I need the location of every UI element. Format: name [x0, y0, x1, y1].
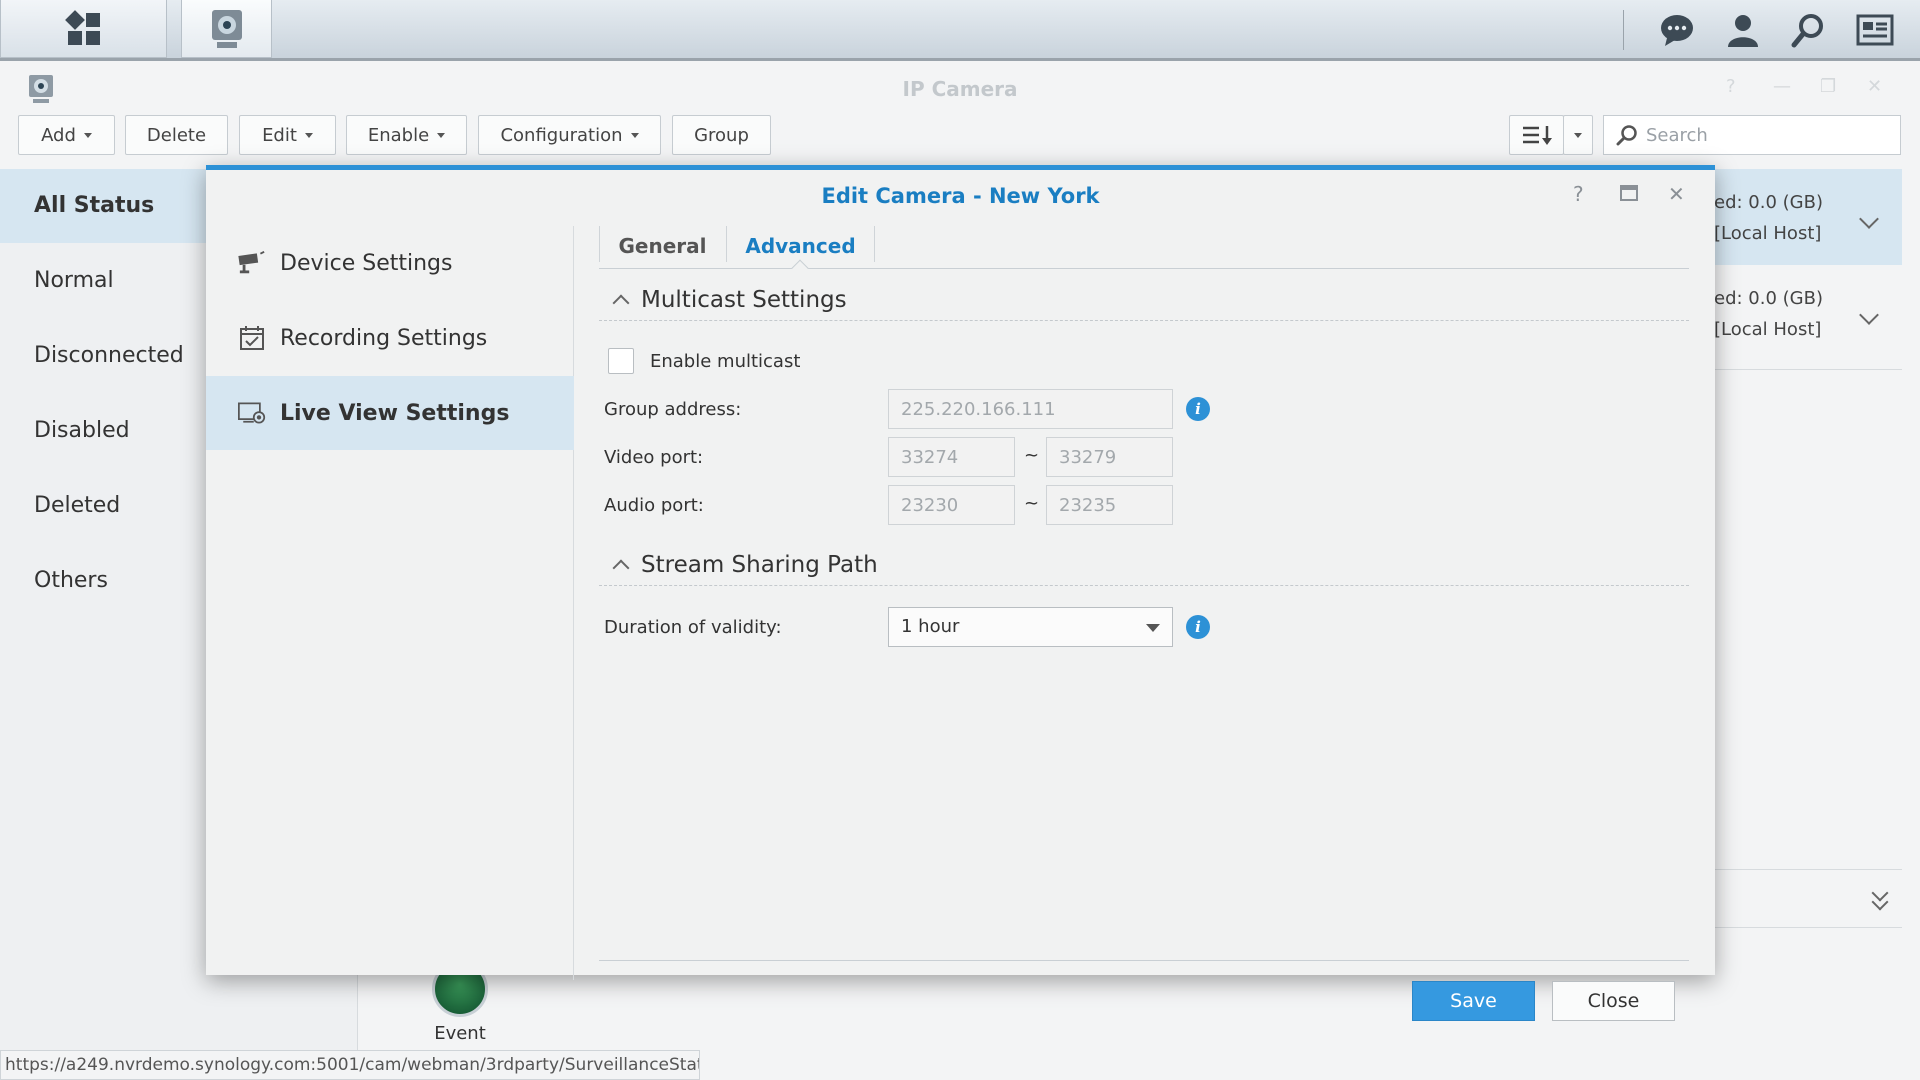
- configuration-button[interactable]: Configuration: [478, 115, 661, 155]
- dialog-content: General Advanced Multicast Settings Enab…: [599, 226, 1689, 1021]
- duration-validity-info-icon[interactable]: i: [1186, 615, 1210, 639]
- taskbar-separator: [1623, 10, 1624, 50]
- stream-sharing-section-header[interactable]: Stream Sharing Path: [599, 544, 1689, 586]
- camera-storage-used: ed: 0.0 (GB): [1714, 192, 1823, 213]
- collapse-chevron-icon: [612, 559, 630, 576]
- caret-down-icon: [83, 132, 92, 138]
- list-divider: [1700, 369, 1902, 370]
- camera-device-icon: [238, 250, 266, 276]
- enable-button-label: Enable: [367, 124, 430, 146]
- delete-button[interactable]: Delete: [125, 115, 228, 155]
- enable-button[interactable]: Enable: [346, 115, 467, 155]
- collapse-chevron-icon: [612, 294, 630, 311]
- audio-port-from-input[interactable]: [888, 485, 1015, 525]
- camera-storage-used: ed: 0.0 (GB): [1714, 288, 1823, 309]
- dialog-footer-divider: [599, 960, 1689, 961]
- dialog-tabs: General Advanced: [599, 226, 1689, 277]
- multicast-section-header[interactable]: Multicast Settings: [599, 279, 1689, 321]
- calendar-check-icon: [238, 325, 266, 351]
- user-icon: [1728, 15, 1758, 47]
- app-help-icon[interactable]: ?: [1726, 76, 1736, 97]
- user-button[interactable]: [1722, 9, 1764, 51]
- caret-down-icon: [1574, 132, 1582, 138]
- expand-chevron-icon[interactable]: [1859, 305, 1879, 325]
- multicast-section-title: Multicast Settings: [641, 286, 847, 313]
- widgets-icon: [1856, 14, 1894, 46]
- group-address-label: Group address:: [604, 399, 742, 420]
- sort-dropdown-button[interactable]: [1563, 115, 1593, 155]
- list-divider: [1700, 869, 1902, 870]
- group-button-label: Group: [694, 124, 749, 146]
- search-placeholder: Search: [1646, 124, 1708, 146]
- add-button[interactable]: Add: [18, 115, 115, 155]
- main-menu-icon: [64, 9, 100, 45]
- sort-icon: [1522, 126, 1552, 145]
- edit-button-label: Edit: [262, 124, 297, 146]
- duration-validity-label: Duration of validity:: [604, 617, 782, 638]
- search-input[interactable]: Search: [1603, 115, 1901, 155]
- taskbar-app-ip-camera[interactable]: [181, 0, 272, 58]
- video-port-label: Video port:: [604, 447, 704, 468]
- configuration-button-label: Configuration: [500, 124, 623, 146]
- search-icon: [1616, 125, 1637, 146]
- nav-live-view-settings[interactable]: Live View Settings: [206, 376, 574, 450]
- app-close-icon[interactable]: ✕: [1867, 76, 1882, 97]
- dialog-maximize-icon[interactable]: [1620, 182, 1638, 206]
- event-tile-label: Event: [434, 1023, 486, 1044]
- edit-button[interactable]: Edit: [239, 115, 336, 155]
- search-icon: [1791, 14, 1823, 48]
- edit-camera-dialog: Edit Camera - New York ? ✕ Device Settin…: [206, 165, 1715, 1021]
- tab-separator: [874, 226, 875, 262]
- browser-status-url: https://a249.nvrdemo.synology.com:5001/c…: [0, 1050, 700, 1080]
- taskbar: [0, 0, 1920, 61]
- audio-port-label: Audio port:: [604, 495, 704, 516]
- sort-button[interactable]: [1509, 115, 1564, 155]
- duration-validity-value: 1 hour: [901, 616, 960, 637]
- range-separator: ~: [1024, 493, 1040, 514]
- enable-multicast-label: Enable multicast: [650, 351, 801, 372]
- main-menu-button[interactable]: [0, 0, 167, 58]
- delete-button-label: Delete: [146, 124, 207, 146]
- widgets-button[interactable]: [1854, 9, 1896, 51]
- nav-recording-settings-label: Recording Settings: [280, 325, 488, 351]
- dialog-help-icon[interactable]: ?: [1573, 182, 1584, 206]
- app-minimize-icon[interactable]: —: [1773, 76, 1791, 97]
- camera-host: [Local Host]: [1714, 223, 1822, 244]
- range-separator: ~: [1024, 445, 1040, 466]
- dialog-title: Edit Camera - New York: [821, 184, 1100, 208]
- group-button[interactable]: Group: [672, 115, 771, 155]
- app-restore-icon[interactable]: ❐: [1820, 76, 1836, 97]
- app-title: IP Camera: [902, 77, 1018, 101]
- global-search-button[interactable]: [1788, 9, 1830, 51]
- dialog-close-icon[interactable]: ✕: [1668, 182, 1685, 206]
- video-port-from-input[interactable]: [888, 437, 1015, 477]
- group-address-input[interactable]: [888, 389, 1173, 429]
- caret-down-icon: [437, 132, 446, 138]
- live-view-icon: [238, 400, 266, 426]
- nav-recording-settings[interactable]: Recording Settings: [206, 301, 574, 375]
- caret-down-icon: [630, 132, 639, 138]
- caret-down-icon: [304, 132, 313, 138]
- toolbar: Add Delete Edit Enable Configuration Gro…: [0, 115, 1920, 157]
- nav-live-view-settings-label: Live View Settings: [280, 400, 510, 426]
- camera-app-icon: [211, 9, 242, 48]
- tab-general[interactable]: General: [599, 226, 726, 268]
- notifications-button[interactable]: [1656, 9, 1698, 51]
- save-button[interactable]: Save: [1412, 981, 1535, 1021]
- duration-validity-select[interactable]: 1 hour: [888, 607, 1173, 647]
- enable-multicast-checkbox[interactable]: [608, 348, 634, 374]
- video-port-to-input[interactable]: [1046, 437, 1173, 477]
- nav-device-settings-label: Device Settings: [280, 250, 453, 276]
- list-divider: [1700, 927, 1902, 928]
- stream-sharing-section-title: Stream Sharing Path: [641, 551, 878, 578]
- audio-port-to-input[interactable]: [1046, 485, 1173, 525]
- dropdown-caret-icon: [1146, 624, 1160, 632]
- add-button-label: Add: [41, 124, 76, 146]
- nav-device-settings[interactable]: Device Settings: [206, 226, 574, 300]
- chat-bubble-icon: [1661, 15, 1693, 46]
- group-address-info-icon[interactable]: i: [1186, 397, 1210, 421]
- camera-host: [Local Host]: [1714, 319, 1822, 340]
- close-button[interactable]: Close: [1552, 981, 1675, 1021]
- dialog-settings-nav: Device Settings Recording Settings Live …: [206, 226, 574, 980]
